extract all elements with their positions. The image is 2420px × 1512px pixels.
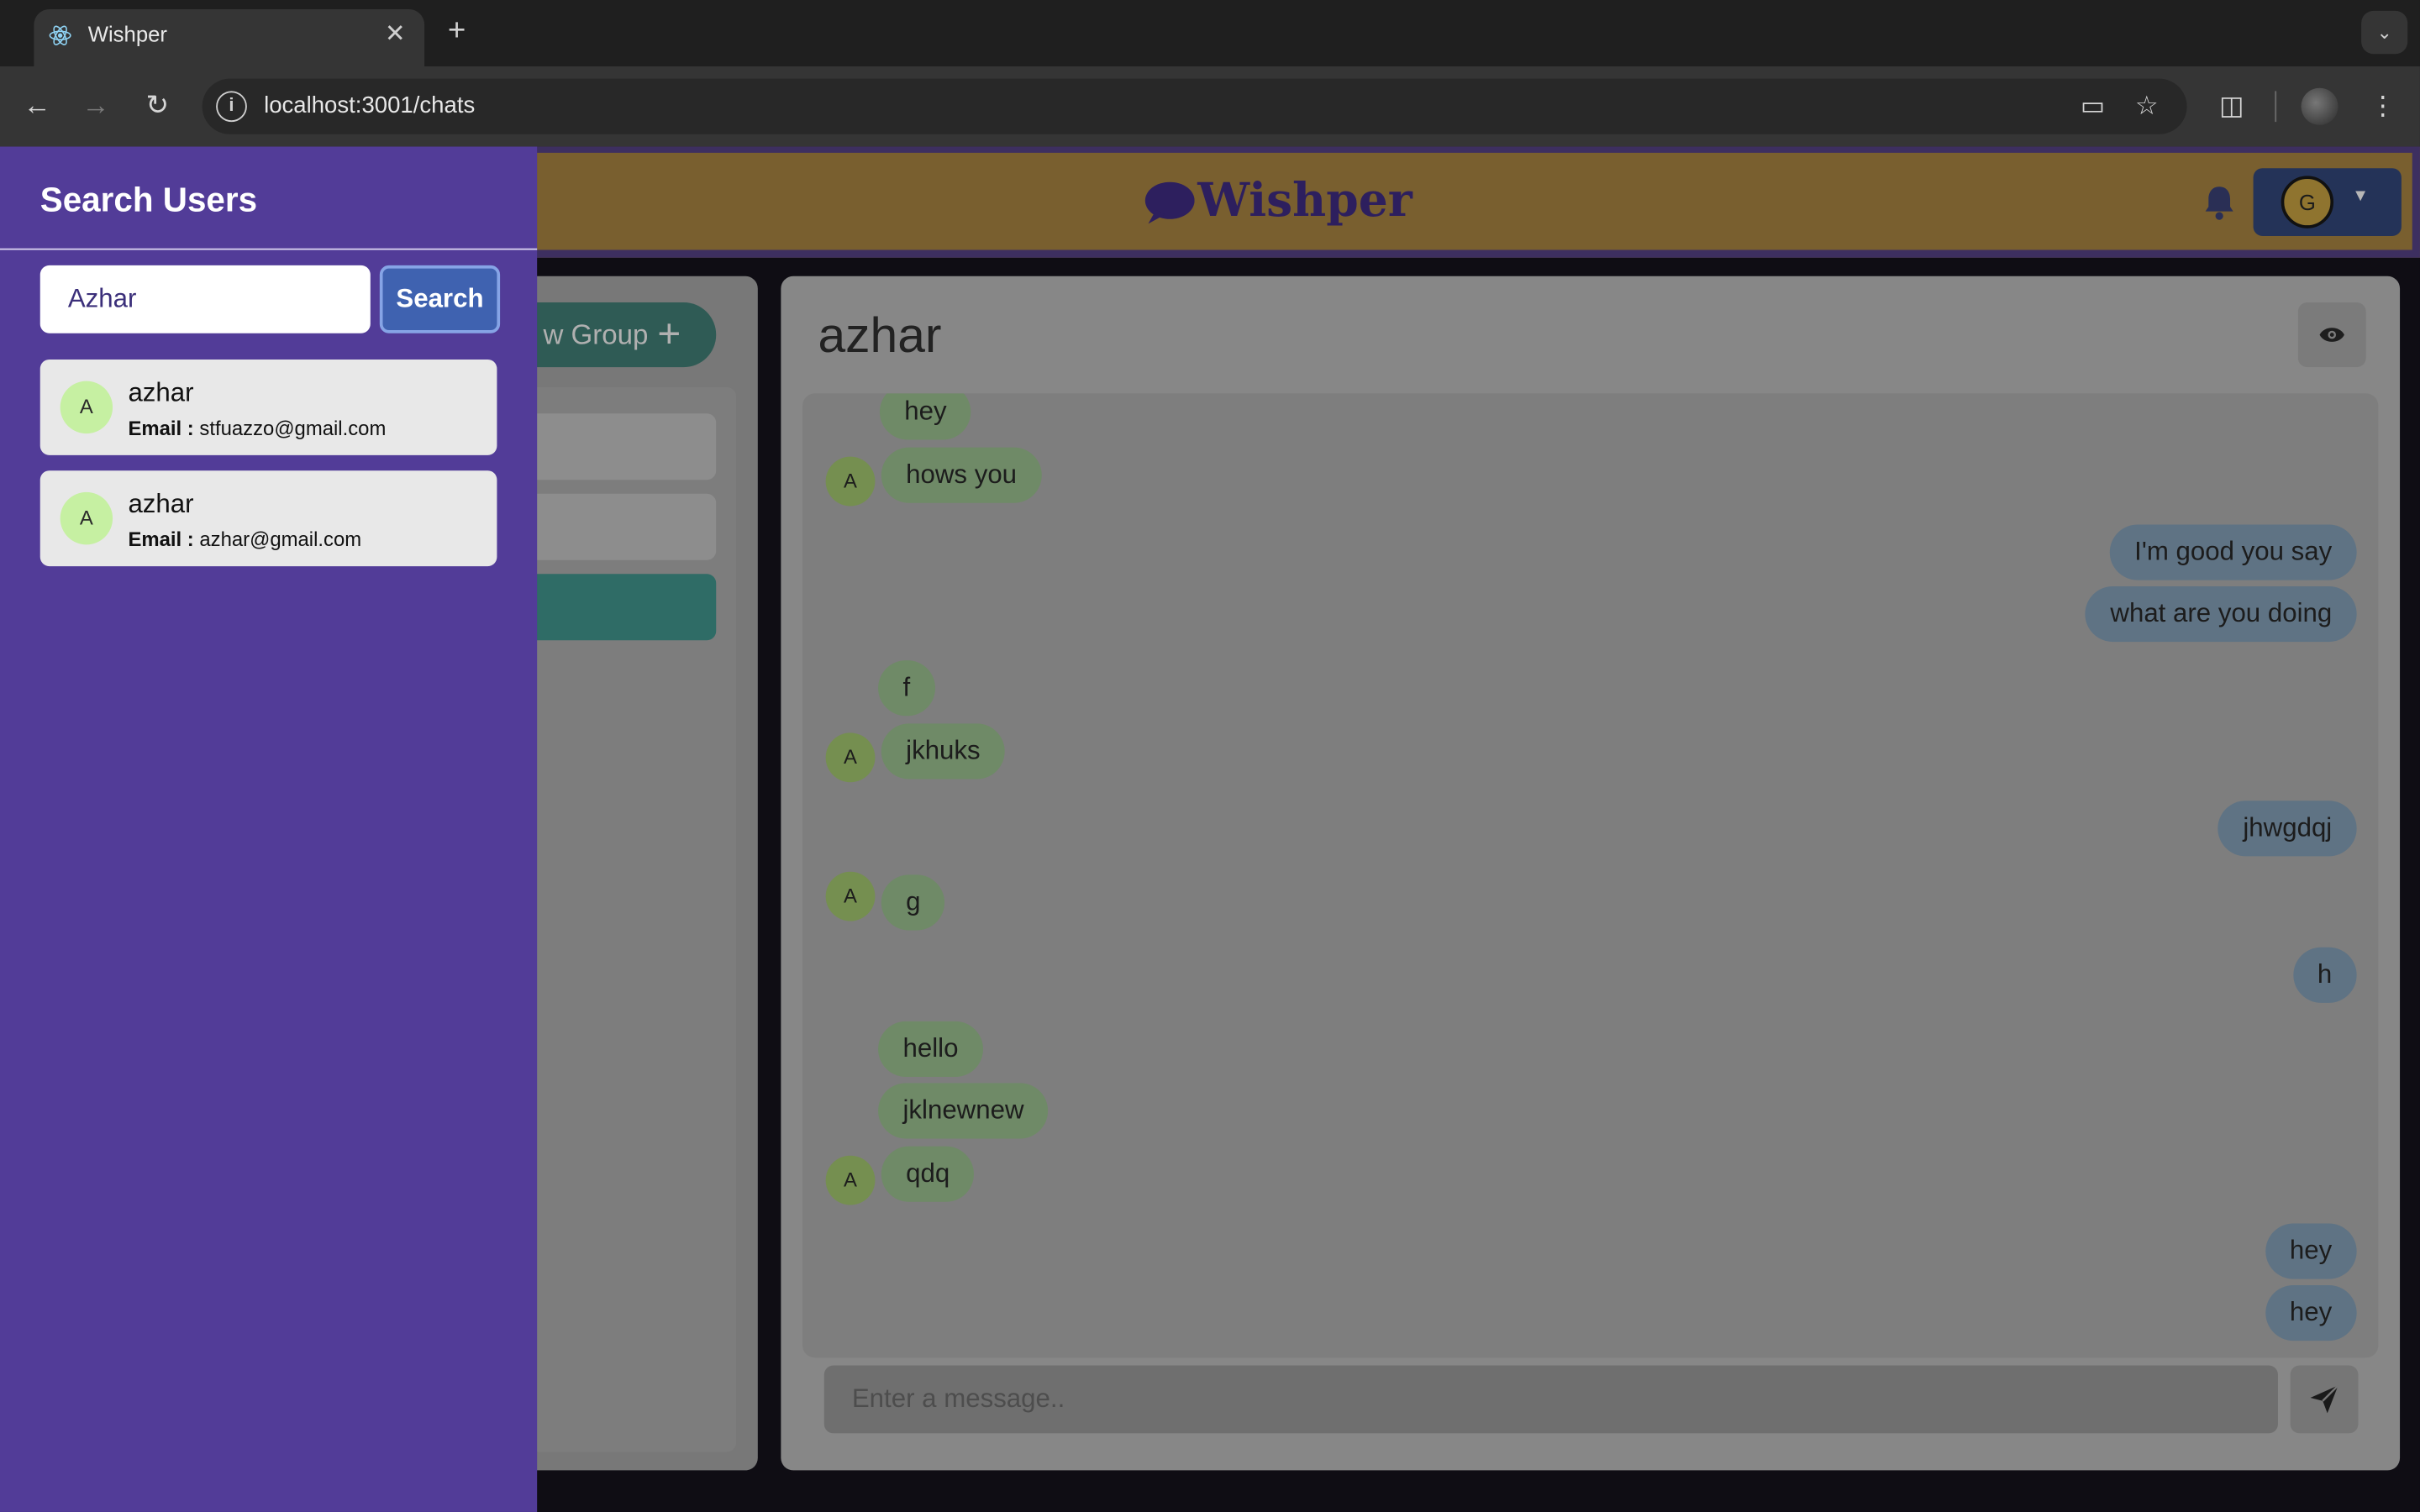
screen: Wishper ✕ + ⌄ ← → ↻ i localhost:3001/cha…: [0, 0, 2420, 1512]
result-email: Email : azhar@gmail.com: [128, 528, 361, 551]
forward-arrow-icon[interactable]: →: [79, 88, 113, 122]
drawer-divider: [0, 248, 538, 250]
send-button[interactable]: [2290, 1365, 2359, 1434]
result-name: azhar: [128, 489, 194, 519]
search-result-item[interactable]: A azhar Email : azhar@gmail.com: [39, 470, 497, 567]
browser-tabbar: Wishper ✕ + ⌄: [0, 0, 2420, 66]
chevron-down-icon: ▼: [2352, 186, 2370, 206]
message-bubble-outgoing: hey: [2265, 1223, 2357, 1279]
site-info-icon[interactable]: i: [216, 91, 247, 123]
message-bubble-incoming: f: [878, 660, 935, 717]
tab-search-button[interactable]: ⌄: [2361, 10, 2408, 55]
bell-icon[interactable]: [2202, 184, 2236, 221]
browser-profile-avatar[interactable]: [2301, 87, 2338, 125]
extensions-icon[interactable]: ◫: [2213, 88, 2250, 125]
close-icon[interactable]: ✕: [381, 18, 409, 50]
browser-tab[interactable]: Wishper ✕: [34, 9, 425, 66]
avatar[interactable]: A: [825, 456, 876, 507]
new-tab-button[interactable]: +: [441, 14, 472, 50]
message-bubble-incoming: jklnewnew: [878, 1083, 1049, 1139]
avatar[interactable]: A: [825, 732, 876, 783]
avatar: G: [2281, 176, 2334, 228]
chevron-down-icon: ⌄: [2376, 21, 2392, 44]
message-bubble-incoming: hows you: [881, 447, 1042, 503]
view-profile-button[interactable]: [2297, 302, 2366, 368]
back-arrow-icon[interactable]: ←: [20, 88, 54, 122]
email-value: azhar@gmail.com: [199, 528, 362, 551]
chat-list-item[interactable]: [524, 413, 717, 480]
search-result-item[interactable]: A azhar Email : stfuazzo@gmail.com: [39, 359, 497, 455]
avatar: A: [60, 491, 113, 545]
browser-toolbar: ← → ↻ i localhost:3001/chats ▭ ☆ ◫ ⋮: [0, 66, 2420, 147]
eye-icon: [2319, 328, 2344, 342]
message-list: hey A hows you I'm good you say what are…: [802, 393, 2379, 1358]
brand-name: Wishper: [1197, 174, 1413, 228]
bookmark-star-icon[interactable]: ☆: [2130, 91, 2164, 122]
message-bubble-incoming: jkhuks: [881, 723, 1006, 780]
message-bubble-incoming: qdq: [881, 1146, 975, 1202]
brand-logo: Wishper: [1142, 175, 1413, 228]
message-bubble-outgoing: jhwgdqj: [2217, 801, 2357, 857]
url-text[interactable]: localhost:3001/chats: [264, 92, 475, 118]
message-input[interactable]: Enter a message..: [823, 1365, 2278, 1434]
message-bubble-incoming: hey: [879, 393, 972, 440]
address-bar[interactable]: i localhost:3001/chats ▭ ☆: [202, 78, 2187, 134]
browser-menu-icon[interactable]: ⋮: [2365, 88, 2402, 125]
send-icon: [2310, 1384, 2339, 1414]
result-name: azhar: [128, 377, 194, 407]
chat-bubble-icon: [1144, 181, 1195, 224]
avatar: A: [60, 381, 113, 434]
email-label: Email :: [128, 528, 194, 551]
chat-panel: azhar hey A hows you I'm good you say wh…: [781, 276, 2401, 1471]
message-bubble-outgoing: hey: [2265, 1284, 2357, 1341]
avatar[interactable]: A: [825, 1155, 876, 1205]
search-users-drawer: Search Users Search A azhar Email : stfu…: [0, 146, 538, 1512]
email-value: stfuazzo@gmail.com: [199, 416, 387, 440]
reload-icon[interactable]: ↻: [140, 88, 174, 122]
message-bubble-outgoing: I'm good you say: [2109, 524, 2357, 580]
chat-list: [509, 387, 737, 1452]
chat-list-item[interactable]: [524, 493, 717, 560]
plus-icon: +: [657, 310, 681, 357]
message-bubble-outgoing: what are you doing: [2086, 585, 2357, 643]
search-input[interactable]: [39, 265, 371, 333]
message-bubble-outgoing: h: [2292, 947, 2357, 1003]
search-button[interactable]: Search: [379, 265, 501, 333]
install-app-icon[interactable]: ▭: [2075, 91, 2109, 122]
react-icon: [49, 25, 71, 45]
tab-title: Wishper: [87, 21, 168, 47]
result-email: Email : stfuazzo@gmail.com: [128, 417, 386, 440]
drawer-title: Search Users: [39, 180, 258, 219]
email-label: Email :: [128, 416, 194, 440]
chat-title: azhar: [818, 307, 942, 363]
user-menu-button[interactable]: G ▼: [2253, 168, 2402, 237]
toolbar-divider: [2275, 91, 2277, 123]
chat-list-item-active[interactable]: [524, 574, 717, 641]
avatar[interactable]: A: [825, 871, 876, 921]
message-bubble-incoming: hello: [878, 1021, 983, 1078]
message-bubble-incoming: g: [881, 874, 945, 931]
